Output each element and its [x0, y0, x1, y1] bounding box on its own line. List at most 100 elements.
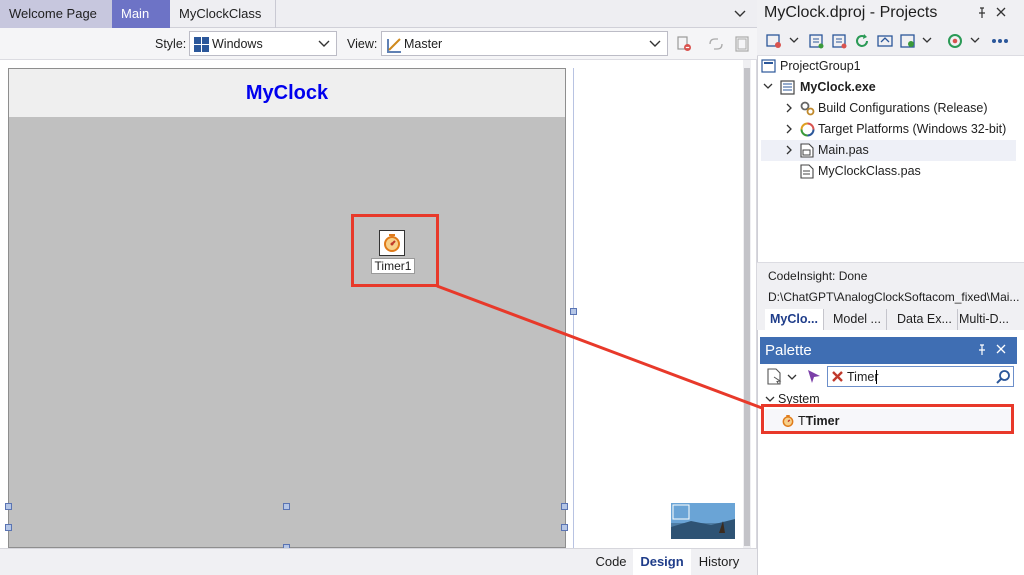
palette-item-label: TTimer — [798, 414, 839, 428]
projects-panel-title: MyClock.dproj - Projects — [764, 4, 938, 21]
view-frame-icon[interactable] — [735, 36, 749, 52]
tab-data-explorer[interactable]: Data Ex... — [892, 309, 958, 330]
resize-handle[interactable] — [5, 503, 12, 510]
exe-project-icon — [780, 80, 795, 95]
tree-item-label: Target Platforms (Windows 32-bit) — [818, 122, 1007, 136]
style-select[interactable]: Windows — [189, 31, 337, 56]
palette-title: Palette — [765, 342, 812, 359]
chevron-down-icon[interactable] — [789, 37, 799, 44]
tab-myclockclass[interactable]: MyClockClass — [170, 0, 276, 28]
tree-item-build-configurations[interactable]: Build Configurations (Release) — [784, 98, 988, 119]
tab-main[interactable]: Main — [112, 0, 170, 46]
text-caret — [876, 370, 877, 384]
tree-item-project-group[interactable]: ProjectGroup1 — [761, 56, 861, 77]
view-value: Master — [404, 37, 443, 51]
chevron-down-icon[interactable] — [763, 83, 773, 90]
palette-search-input[interactable]: Timer — [827, 366, 1014, 387]
tab-design[interactable]: Design — [633, 549, 691, 575]
palette-new-icon[interactable] — [766, 368, 782, 385]
timer-component-label: Timer1 — [371, 258, 415, 274]
chevron-right-icon[interactable] — [786, 103, 793, 113]
projects-toolbar — [757, 28, 1024, 56]
tab-label: MyClockClass — [179, 6, 262, 21]
chevron-down-icon — [649, 40, 661, 48]
chevron-down-icon[interactable] — [922, 37, 932, 44]
chevron-down-icon — [765, 396, 775, 403]
codeinsight-status: CodeInsight: Done — [768, 269, 868, 283]
tree-item-label: MyClock.exe — [800, 80, 876, 94]
palette-toolbar: Timer — [760, 364, 1017, 391]
designed-form[interactable]: MyClock — [5, 68, 568, 551]
palette-item-match: Timer — [805, 414, 840, 428]
clear-search-icon[interactable] — [831, 370, 844, 383]
tree-item-target-platforms[interactable]: Target Platforms (Windows 32-bit) — [784, 119, 1006, 140]
form-unit-icon — [800, 143, 814, 158]
resize-handle[interactable] — [561, 524, 568, 531]
resize-handle[interactable] — [561, 503, 568, 510]
tree-item-main-pas[interactable]: Main.pas — [761, 140, 1016, 161]
select-pointer-icon[interactable] — [806, 368, 822, 384]
palette-header: Palette — [760, 337, 1017, 364]
file-path: D:\ChatGPT\AnalogClockSoftacom_fixed\Mai… — [768, 290, 1020, 304]
tab-label: Main — [121, 6, 150, 21]
splitter-handle[interactable] — [570, 308, 577, 315]
tab-label: Welcome Page — [9, 6, 97, 21]
pin-icon[interactable] — [977, 7, 987, 19]
chevron-down-icon[interactable] — [787, 374, 797, 381]
design-toolbar: Style: Windows View: Master — [0, 28, 757, 60]
tree-item-project[interactable]: MyClock.exe — [763, 77, 876, 98]
timer-icon — [379, 230, 405, 256]
view-select[interactable]: Master — [381, 31, 668, 56]
resize-handle[interactable] — [283, 503, 290, 510]
chevron-down-icon — [318, 40, 330, 48]
tree-item-label: ProjectGroup1 — [780, 59, 861, 73]
add-existing-icon[interactable] — [831, 33, 847, 49]
tab-overflow-chevron-icon[interactable] — [733, 7, 747, 21]
scrollbar-thumb[interactable] — [744, 68, 750, 546]
palette-search-value: Timer — [847, 370, 879, 384]
view-tab-bar: Code Design History — [0, 548, 757, 575]
palette-category-system[interactable]: System — [765, 392, 820, 406]
timer-icon — [781, 414, 795, 428]
search-icon[interactable] — [995, 369, 1011, 385]
projects-status-area: CodeInsight: Done D:\ChatGPT\AnalogClock… — [757, 262, 1024, 330]
tab-history[interactable]: History — [693, 549, 745, 575]
master-view-icon — [386, 37, 402, 53]
run-target-icon[interactable] — [947, 33, 963, 49]
tab-model-view[interactable]: Model ... — [828, 309, 887, 330]
form-thumbnail-preview[interactable] — [671, 503, 735, 539]
link-view-icon[interactable] — [708, 36, 724, 52]
pin-icon[interactable] — [977, 344, 987, 356]
resize-handle[interactable] — [5, 524, 12, 531]
tab-welcome-page[interactable]: Welcome Page — [0, 0, 112, 28]
target-platforms-icon — [800, 122, 815, 137]
tree-item-myclockclass-pas[interactable]: MyClockClass.pas — [800, 161, 921, 182]
palette-item-prefix: T — [798, 414, 806, 428]
chevron-down-icon[interactable] — [970, 37, 980, 44]
add-new-icon[interactable] — [808, 33, 824, 49]
timer-component[interactable]: Timer1 — [371, 228, 415, 274]
chevron-right-icon[interactable] — [786, 124, 793, 134]
style-value: Windows — [212, 37, 263, 51]
project-group-icon — [761, 59, 776, 74]
chevron-right-icon[interactable] — [786, 145, 793, 155]
tab-multi-device[interactable]: Multi-D... — [954, 309, 1014, 330]
deploy-icon[interactable] — [900, 33, 916, 49]
palette-item-ttimer[interactable]: TTimer — [765, 409, 1013, 433]
tab-code[interactable]: Code — [589, 549, 633, 575]
sync-icon[interactable] — [854, 33, 870, 49]
tab-myclock-project[interactable]: MyClo... — [765, 309, 824, 330]
unit-file-icon — [800, 164, 814, 179]
style-label: Style: — [155, 37, 187, 51]
tree-item-label: Main.pas — [818, 143, 869, 157]
close-icon[interactable] — [995, 343, 1007, 355]
more-options-icon[interactable] — [991, 38, 1009, 44]
form-caption: MyClock — [9, 69, 565, 117]
tree-item-label: MyClockClass.pas — [818, 164, 921, 178]
windows-icon — [194, 37, 209, 52]
delete-view-icon[interactable] — [676, 36, 692, 52]
close-icon[interactable] — [995, 6, 1007, 18]
options-icon[interactable] — [766, 33, 782, 49]
build-icon[interactable] — [877, 33, 893, 49]
gears-icon — [800, 101, 815, 116]
